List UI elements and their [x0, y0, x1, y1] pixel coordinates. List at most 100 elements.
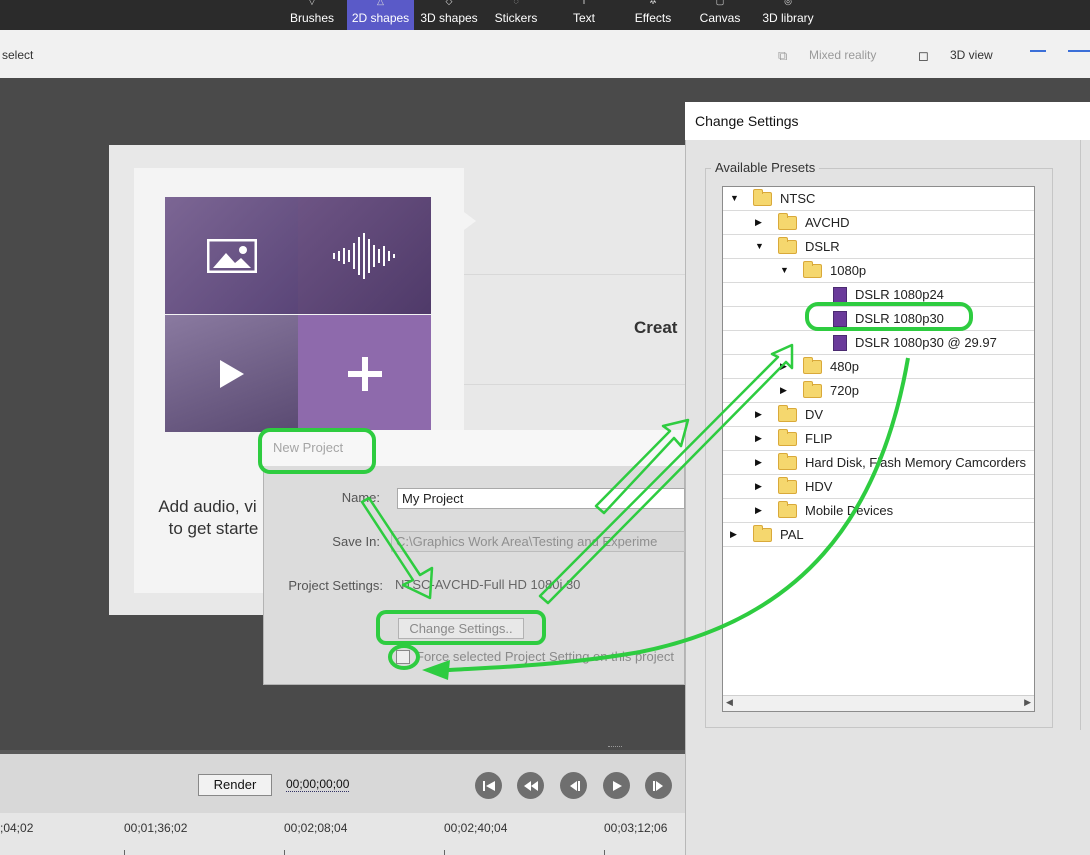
scroll-left-icon[interactable]: ◀ [726, 697, 733, 708]
preset-file-icon [833, 287, 847, 303]
project-settings-label: Project Settings: [288, 578, 383, 593]
welcome-message: Add audio, vi to get starte [145, 496, 270, 540]
tree-node-dslr[interactable]: ▼ DSLR [723, 235, 1034, 259]
panel-pointer [464, 212, 476, 230]
effects-icon: ✲ [649, 0, 657, 6]
tool-text[interactable]: T Text [566, 0, 602, 30]
sub-toolbar: select ⧉ Mixed reality ◻ 3D view [0, 30, 1090, 78]
library-icon: ◎ [784, 0, 792, 6]
mixed-reality-icon: ⧉ [778, 48, 788, 63]
zoom-slider[interactable] [1068, 50, 1090, 52]
go-to-start-button[interactable] [475, 772, 502, 799]
tree-horizontal-scrollbar[interactable]: ◀ ▶ [723, 695, 1034, 711]
add-photos-tile[interactable] [165, 197, 298, 314]
tree-node-dslr-1080p30[interactable]: DSLR 1080p30 [723, 307, 1034, 331]
collapsed-arrow-icon[interactable]: ▶ [755, 217, 762, 228]
tree-node-mobile-devices[interactable]: ▶ Mobile Devices [723, 499, 1034, 523]
collapsed-arrow-icon[interactable]: ▶ [755, 433, 762, 444]
ruler-tick-label: 00;01;36;02 [124, 821, 188, 835]
tool-3d-library[interactable]: ◎ 3D library [760, 0, 816, 30]
tool-3d-shapes[interactable]: ◇ 3D shapes [418, 0, 480, 30]
add-media-tile[interactable] [298, 315, 431, 432]
create-heading[interactable]: Creat [634, 318, 677, 338]
collapsed-arrow-icon[interactable]: ▶ [780, 361, 787, 372]
tree-node-label: 480p [830, 359, 859, 374]
mixed-reality-button[interactable]: Mixed reality [809, 48, 876, 62]
tree-node-label: Hard Disk, Flash Memory Camcorders [805, 455, 1027, 470]
tree-node-480p[interactable]: ▶ 480p [723, 355, 1034, 379]
save-in-field[interactable]: C:\Graphics Work Area\Testing and Experi… [391, 531, 685, 552]
collapsed-arrow-icon[interactable]: ▶ [755, 409, 762, 420]
folder-icon [803, 357, 822, 374]
tree-node-1080p[interactable]: ▼ 1080p [723, 259, 1034, 283]
presets-tree[interactable]: ▼ NTSC ▶ AVCHD ▼ DSLR ▼ 1080p DSLR 1080p… [722, 186, 1035, 712]
resize-grip[interactable] [608, 746, 622, 749]
tree-node-720p[interactable]: ▶ 720p [723, 379, 1034, 403]
rewind-button[interactable] [517, 772, 544, 799]
scroll-right-icon[interactable]: ▶ [1024, 697, 1031, 708]
tree-node-pal[interactable]: ▶ PAL [723, 523, 1034, 547]
tool-label: 3D shapes [420, 11, 478, 25]
tree-node-dv[interactable]: ▶ DV [723, 403, 1034, 427]
project-name-input[interactable]: My Project [397, 488, 685, 509]
change-settings-button[interactable]: Change Settings.. [398, 618, 524, 639]
tool-2d-shapes[interactable]: △ 2D shapes [347, 0, 414, 30]
play-button[interactable] [603, 772, 630, 799]
view-3d-button[interactable]: 3D view [950, 48, 993, 62]
folder-icon [778, 429, 797, 446]
tree-node-hdv[interactable]: ▶ HDV [723, 475, 1034, 499]
tree-node-label: 1080p [830, 263, 867, 278]
timecode-display[interactable]: 00;00;00;00 [286, 777, 350, 792]
add-video-tile[interactable] [165, 315, 298, 432]
tool-stickers[interactable]: ◌ Stickers [490, 0, 542, 30]
folder-icon [778, 213, 797, 230]
tree-node-hard-disk[interactable]: ▶ Hard Disk, Flash Memory Camcorders [723, 451, 1034, 475]
tree-node-label: NTSC [780, 191, 816, 206]
folder-icon [778, 477, 797, 494]
expanded-arrow-icon[interactable]: ▼ [780, 265, 789, 275]
dialog-title: Change Settings [695, 113, 799, 129]
zoom-minus-icon[interactable] [1030, 50, 1046, 52]
audio-waveform-icon [298, 197, 431, 314]
shapes-2d-icon: △ [377, 0, 384, 6]
step-forward-icon [652, 780, 663, 791]
tree-node-dslr-1080p24[interactable]: DSLR 1080p24 [723, 283, 1034, 307]
tree-node-dslr-1080p30-2997[interactable]: DSLR 1080p30 @ 29.97 [723, 331, 1034, 355]
tool-brushes[interactable]: ▽ Brushes [284, 0, 340, 30]
shapes-3d-icon: ◇ [445, 0, 453, 6]
step-forward-button[interactable] [645, 772, 672, 799]
expanded-arrow-icon[interactable]: ▼ [755, 241, 764, 251]
tree-node-label: DSLR 1080p30 @ 29.97 [855, 335, 997, 350]
welcome-line-1: Add audio, vi [158, 497, 257, 516]
new-project-title-bar[interactable]: New Project [263, 430, 685, 466]
folder-icon [778, 501, 797, 518]
tree-node-label: DSLR 1080p24 [855, 287, 944, 302]
play-icon [165, 315, 298, 432]
force-settings-checkbox[interactable] [396, 650, 410, 664]
preset-file-icon [833, 311, 847, 327]
tree-node-ntsc[interactable]: ▼ NTSC [723, 187, 1034, 211]
step-back-button[interactable] [560, 772, 587, 799]
tree-node-avchd[interactable]: ▶ AVCHD [723, 211, 1034, 235]
collapsed-arrow-icon[interactable]: ▶ [755, 481, 762, 492]
brush-icon: ▽ [308, 0, 316, 6]
text-icon: T [581, 0, 587, 6]
collapsed-arrow-icon[interactable]: ▶ [755, 505, 762, 516]
collapsed-arrow-icon[interactable]: ▶ [755, 457, 762, 468]
name-label: Name: [341, 490, 380, 505]
add-audio-tile[interactable] [298, 197, 431, 314]
tree-node-label: 720p [830, 383, 859, 398]
collapsed-arrow-icon[interactable]: ▶ [780, 385, 787, 396]
collapsed-arrow-icon[interactable]: ▶ [730, 529, 737, 540]
tool-canvas[interactable]: ▢ Canvas [697, 0, 743, 30]
canvas-icon: ▢ [715, 0, 725, 6]
tree-node-flip[interactable]: ▶ FLIP [723, 427, 1034, 451]
divider [464, 274, 685, 275]
change-settings-title-bar[interactable]: Change Settings [685, 102, 1090, 140]
project-settings-value: NTSC-AVCHD-Full HD 1080i 30 [395, 577, 581, 592]
tool-effects[interactable]: ✲ Effects [630, 0, 676, 30]
render-button[interactable]: Render [198, 774, 272, 796]
folder-icon [778, 453, 797, 470]
expanded-arrow-icon[interactable]: ▼ [730, 193, 739, 203]
select-button[interactable]: select [2, 48, 33, 62]
